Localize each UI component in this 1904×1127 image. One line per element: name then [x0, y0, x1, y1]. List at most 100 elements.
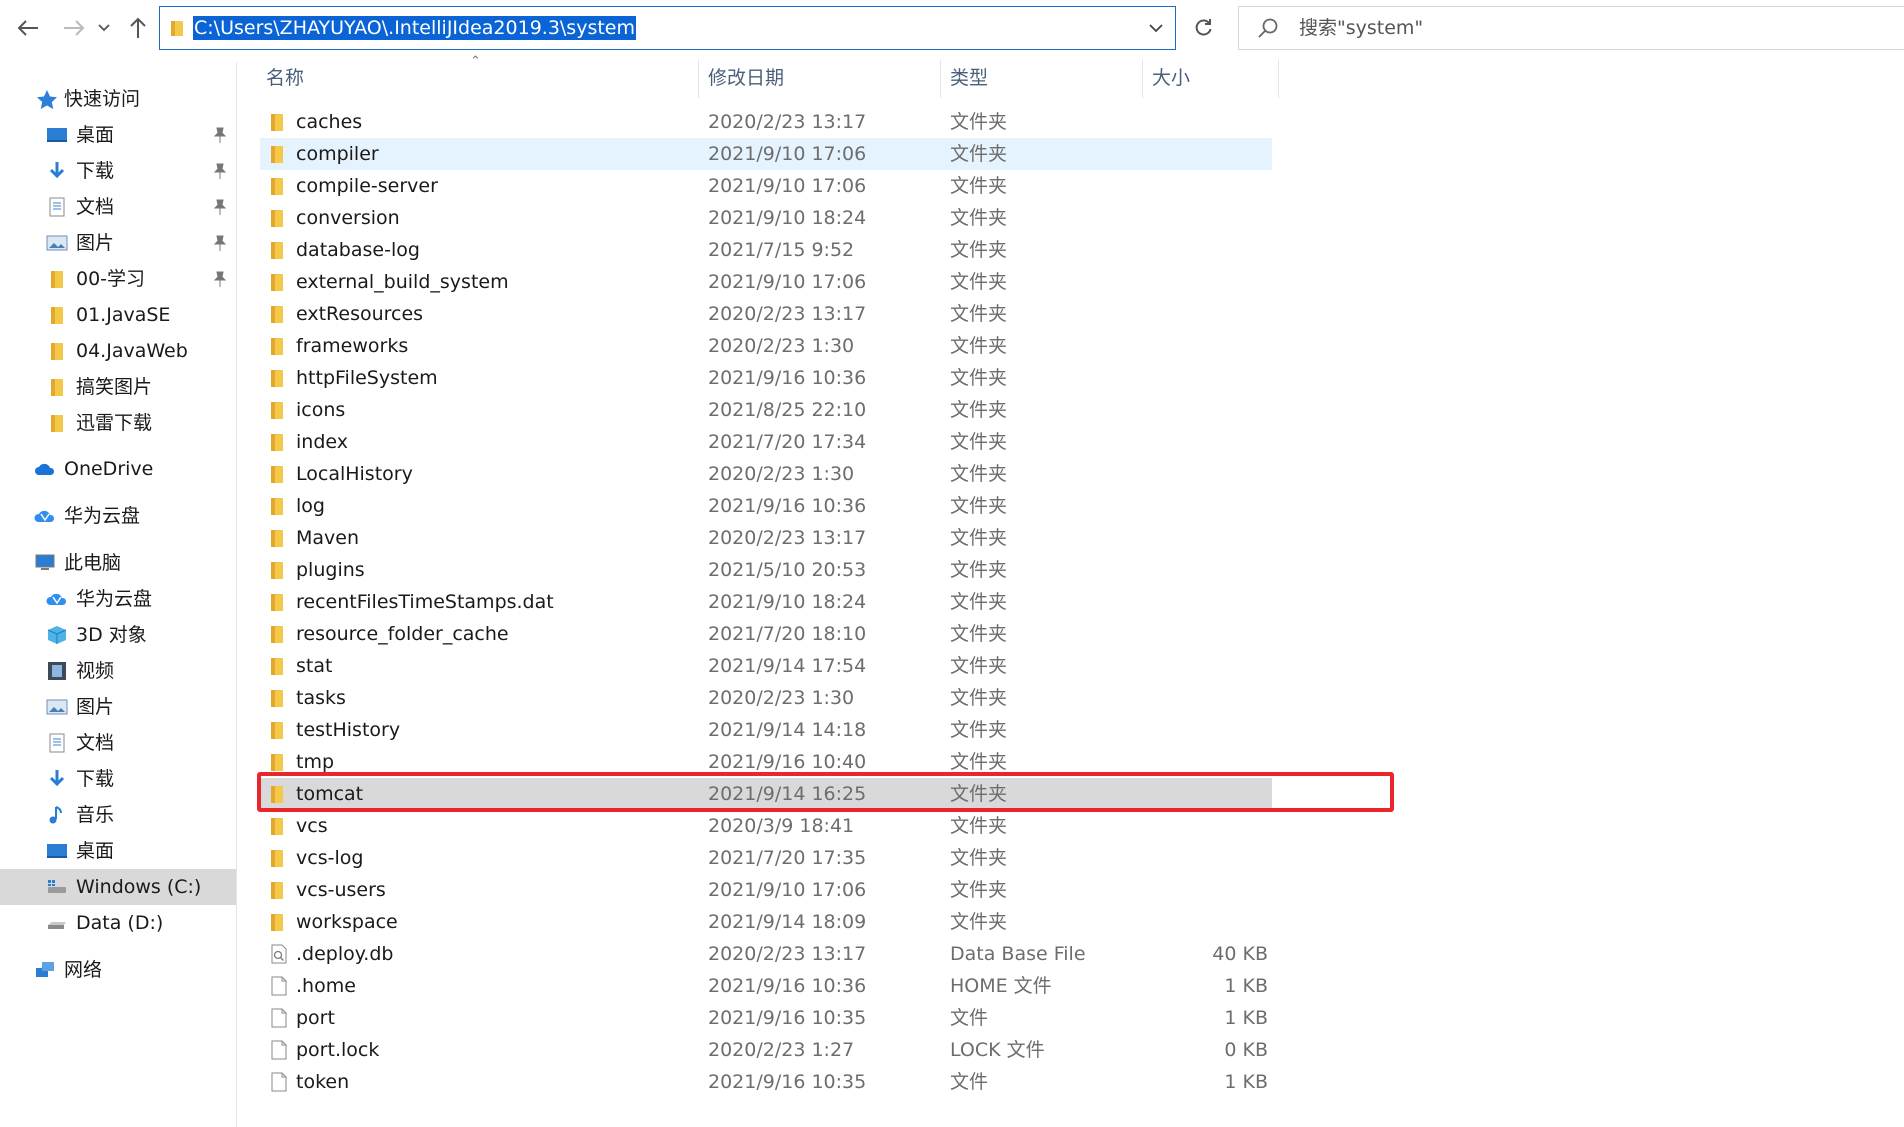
sidebar-item-folder[interactable]: 00-学习 — [0, 261, 236, 297]
chevron-down-icon[interactable] — [1147, 19, 1165, 37]
column-divider[interactable] — [1142, 60, 1143, 98]
sidebar-item-huawei-cloud[interactable]: 华为云盘 — [0, 498, 236, 534]
sidebar-item-folder[interactable]: 01.JavaSE — [0, 297, 236, 333]
sidebar-item-videos[interactable]: 视频 — [0, 653, 236, 689]
pin-icon[interactable] — [212, 198, 228, 216]
pin-icon[interactable] — [212, 126, 228, 144]
database-file-icon — [271, 944, 287, 964]
file-row[interactable]: resource_folder_cache 2021/7/20 18:10 文件夹 — [260, 618, 1272, 650]
file-row[interactable]: httpFileSystem 2021/9/16 10:36 文件夹 — [260, 362, 1272, 394]
folder-icon — [271, 370, 283, 387]
file-name: .home — [296, 975, 356, 997]
sidebar-item-desktop[interactable]: 桌面 — [0, 833, 236, 869]
column-header-size[interactable]: 大小 — [1152, 60, 1190, 96]
file-modified-date: 2021/8/25 22:10 — [708, 399, 867, 421]
file-row[interactable]: LocalHistory 2020/2/23 1:30 文件夹 — [260, 458, 1272, 490]
file-row[interactable]: port 2021/9/16 10:35 文件 1 KB — [260, 1002, 1272, 1034]
file-name: plugins — [296, 559, 365, 581]
file-modified-date: 2021/7/20 18:10 — [708, 623, 867, 645]
search-box[interactable]: 搜索"system" — [1238, 6, 1904, 50]
folder-icon — [271, 210, 283, 227]
file-row[interactable]: compile-server 2021/9/10 17:06 文件夹 — [260, 170, 1272, 202]
folder-icon — [51, 307, 63, 324]
file-row[interactable]: vcs-users 2021/9/10 17:06 文件夹 — [260, 874, 1272, 906]
refresh-button[interactable] — [1182, 6, 1224, 50]
sidebar-item-documents[interactable]: 文档 — [0, 189, 236, 225]
file-type: 文件夹 — [950, 463, 1008, 485]
file-name: compiler — [296, 143, 379, 165]
file-name: testHistory — [296, 719, 401, 741]
pin-icon[interactable] — [212, 234, 228, 252]
file-row[interactable]: external_build_system 2021/9/10 17:06 文件夹 — [260, 266, 1272, 298]
sidebar-item-huawei-cloud[interactable]: 华为云盘 — [0, 581, 236, 617]
sidebar-item-drive-c[interactable]: Windows (C:) — [0, 869, 236, 905]
folder-icon — [51, 379, 63, 396]
file-row[interactable]: .deploy.db 2020/2/23 13:17 Data Base File 4… — [260, 938, 1272, 970]
pin-icon[interactable] — [212, 162, 228, 180]
file-row[interactable]: extResources 2020/2/23 13:17 文件夹 — [260, 298, 1272, 330]
column-divider[interactable] — [1278, 60, 1279, 98]
file-row[interactable]: .home 2021/9/16 10:36 HOME 文件 1 KB — [260, 970, 1272, 1002]
file-row[interactable]: log 2021/9/16 10:36 文件夹 — [260, 490, 1272, 522]
file-row[interactable]: vcs-log 2021/7/20 17:35 文件夹 — [260, 842, 1272, 874]
sidebar-item-folder[interactable]: 04.JavaWeb — [0, 333, 236, 369]
folder-icon — [271, 818, 283, 835]
file-row[interactable]: conversion 2021/9/10 18:24 文件夹 — [260, 202, 1272, 234]
file-row[interactable]: stat 2021/9/14 17:54 文件夹 — [260, 650, 1272, 682]
file-row[interactable]: tasks 2020/2/23 1:30 文件夹 — [260, 682, 1272, 714]
sidebar-item-music[interactable]: 音乐 — [0, 797, 236, 833]
up-button[interactable] — [120, 10, 156, 46]
sidebar-item-downloads[interactable]: 下载 — [0, 761, 236, 797]
file-modified-date: 2021/9/14 18:09 — [708, 911, 867, 933]
address-path[interactable]: C:\Users\ZHAYUYAO\.IntelliJIdea2019.3\sy… — [193, 16, 636, 40]
sidebar-item-onedrive[interactable]: OneDrive — [0, 451, 236, 487]
sidebar-item-documents[interactable]: 文档 — [0, 725, 236, 761]
file-modified-date: 2021/9/10 17:06 — [708, 175, 867, 197]
file-row[interactable]: index 2021/7/20 17:34 文件夹 — [260, 426, 1272, 458]
file-row[interactable]: plugins 2021/5/10 20:53 文件夹 — [260, 554, 1272, 586]
file-row[interactable]: recentFilesTimeStamps.dat 2021/9/10 18:24… — [260, 586, 1272, 618]
recent-locations-button[interactable] — [92, 10, 116, 46]
address-bar[interactable]: C:\Users\ZHAYUYAO\.IntelliJIdea2019.3\sy… — [159, 6, 1176, 50]
sidebar-item-pictures[interactable]: 图片 — [0, 225, 236, 261]
sidebar-item-folder[interactable]: 搞笑图片 — [0, 369, 236, 405]
sidebar-item-quick-access[interactable]: 快速访问 — [0, 81, 236, 117]
sidebar-item-this-pc[interactable]: 此电脑 — [0, 545, 236, 581]
sidebar-item-pictures[interactable]: 图片 — [0, 689, 236, 725]
file-row[interactable]: workspace 2021/9/14 18:09 文件夹 — [260, 906, 1272, 938]
file-row[interactable]: compiler 2021/9/10 17:06 文件夹 — [260, 138, 1272, 170]
file-row[interactable]: database-log 2021/7/15 9:52 文件夹 — [260, 234, 1272, 266]
sidebar-item-drive-d[interactable]: Data (D:) — [0, 905, 236, 941]
sidebar-item-desktop[interactable]: 桌面 — [0, 117, 236, 153]
sidebar-item-label: 3D 对象 — [76, 624, 147, 646]
pin-icon[interactable] — [212, 270, 228, 288]
file-row[interactable]: token 2021/9/16 10:35 文件 1 KB — [260, 1066, 1272, 1098]
picture-icon — [46, 235, 68, 251]
column-divider[interactable] — [940, 60, 941, 98]
folder-icon — [271, 914, 283, 931]
file-type: 文件夹 — [950, 623, 1008, 645]
file-row[interactable]: caches 2020/2/23 13:17 文件夹 — [260, 106, 1272, 138]
file-row[interactable]: frameworks 2020/2/23 1:30 文件夹 — [260, 330, 1272, 362]
back-button[interactable] — [10, 10, 46, 46]
file-type: 文件 — [950, 1071, 989, 1093]
file-type: 文件夹 — [950, 527, 1008, 549]
file-name: resource_folder_cache — [296, 623, 509, 645]
file-row[interactable]: Maven 2020/2/23 13:17 文件夹 — [260, 522, 1272, 554]
sidebar-item-3d-objects[interactable]: 3D 对象 — [0, 617, 236, 653]
sidebar-item-downloads[interactable]: 下载 — [0, 153, 236, 189]
file-row[interactable]: port.lock 2020/2/23 1:27 LOCK 文件 0 KB — [260, 1034, 1272, 1066]
sidebar-item-network[interactable]: 网络 — [0, 952, 236, 988]
column-header-date[interactable]: 修改日期 — [708, 60, 784, 96]
star-icon — [37, 90, 57, 109]
sidebar-item-folder[interactable]: 迅雷下载 — [0, 405, 236, 441]
sidebar-item-label: 迅雷下载 — [76, 412, 153, 434]
file-row[interactable]: vcs 2020/3/9 18:41 文件夹 — [260, 810, 1272, 842]
column-header-type[interactable]: 类型 — [950, 60, 988, 96]
column-header-name[interactable]: 名称 — [266, 60, 304, 96]
column-divider[interactable] — [698, 60, 699, 98]
folder-icon — [271, 722, 283, 739]
forward-button[interactable] — [56, 10, 92, 46]
file-row[interactable]: testHistory 2021/9/14 14:18 文件夹 — [260, 714, 1272, 746]
file-row[interactable]: icons 2021/8/25 22:10 文件夹 — [260, 394, 1272, 426]
